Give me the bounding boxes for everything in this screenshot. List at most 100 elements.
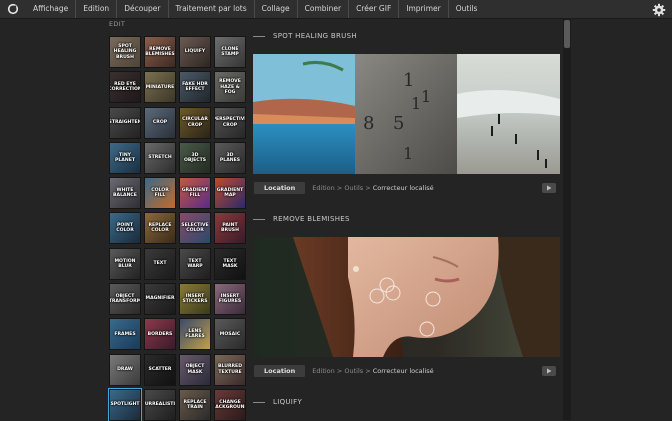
vertical-scrollbar[interactable] — [563, 18, 571, 420]
tool-label: PERSPECTIVE CROP — [214, 117, 246, 128]
tool-label: TEXT WARP — [187, 258, 203, 269]
tool-red-eye-correction[interactable]: RED EYE CORRECTION — [109, 71, 141, 104]
menu-item-imprimer[interactable]: Imprimer — [398, 0, 447, 18]
tool-label: TEXT MASK — [222, 258, 238, 269]
tool-liquify[interactable]: LIQUIFY — [179, 36, 211, 68]
tool-replace-color[interactable]: REPLACE COLOR — [144, 212, 176, 245]
tool-label: BLURRED TEXTURE — [217, 364, 243, 375]
menu-item-edition[interactable]: Edition — [75, 0, 116, 18]
svg-text:1: 1 — [403, 70, 414, 91]
tool-text-mask[interactable]: TEXT MASK — [214, 247, 246, 280]
menu-item-affichage[interactable]: Affichage — [26, 0, 75, 18]
tool-label: OBJECT TRANSFORM — [109, 293, 141, 305]
spot-healing-example-image: 1 1 8 5 1 1 — [253, 54, 560, 174]
tool-remove-blemishes[interactable]: REMOVE BLEMISHES — [144, 36, 176, 68]
tool-label: CROP — [152, 119, 168, 125]
menu-item-traitement-par-lots[interactable]: Traitement par lots — [167, 0, 254, 18]
remove-blemishes-location-button[interactable]: Location — [254, 365, 306, 377]
tool-label: GRADIENT MAP — [216, 187, 244, 199]
svg-text:5: 5 — [393, 113, 404, 134]
tool-label: MAGNIFIER — [145, 296, 175, 302]
tool-straighten[interactable]: STRAIGHTEN — [109, 106, 141, 139]
breadcrumb-current[interactable]: Correcteur localisé — [373, 367, 434, 375]
youtube-play-icon[interactable] — [542, 366, 556, 376]
tool-selective-color[interactable]: SELECTIVE COLOR — [179, 212, 211, 245]
tool-circular-crop[interactable]: CIRCULAR CROP — [179, 106, 211, 139]
tool-mosaic[interactable]: MOSAIC — [214, 318, 246, 351]
tool-text[interactable]: TEXT — [144, 247, 176, 280]
section-header-remove-blemishes: REMOVE BLEMISHES — [253, 212, 350, 226]
tool-fake-hdr-effect[interactable]: FAKE HDR EFFECT — [179, 71, 211, 104]
tool-label: REMOVE HAZE & FOG — [219, 79, 241, 95]
app-logo-icon[interactable] — [6, 2, 20, 16]
menu-item-d-couper[interactable]: Découper — [116, 0, 167, 18]
tool-spot-healing-brush[interactable]: SPOT HEALING BRUSH — [109, 36, 141, 68]
svg-text:8: 8 — [363, 113, 374, 134]
tool-spotlight[interactable]: SPOTLIGHT — [108, 387, 142, 421]
tool-label: FRAMES — [114, 331, 136, 337]
section-title: SPOT HEALING BRUSH — [273, 32, 357, 40]
section-header-spot-healing: SPOT HEALING BRUSH — [253, 29, 357, 43]
tool-gradient-map[interactable]: GRADIENT MAP — [214, 177, 246, 210]
tool-label: STRAIGHTEN — [109, 119, 141, 125]
menu-item-combiner[interactable]: Combiner — [296, 0, 348, 18]
tool-surrealistic[interactable]: SURREALISTIC — [144, 388, 176, 421]
tool-label: INSERT FIGURES — [218, 293, 242, 305]
tool-label: RED EYE CORRECTION — [109, 82, 141, 93]
tool-point-color[interactable]: POINT COLOR — [109, 212, 141, 245]
tool-label: LIQUIFY — [184, 49, 206, 55]
tool-object-transform[interactable]: OBJECT TRANSFORM — [109, 283, 141, 316]
tool-motion-blur[interactable]: MOTION BLUR — [109, 247, 141, 280]
tool-label: CIRCULAR CROP — [182, 117, 208, 128]
tool-borders[interactable]: BORDERS — [144, 318, 176, 351]
spot-healing-location-button[interactable]: Location — [254, 182, 306, 194]
tool-paint-brush[interactable]: PAINT BRUSH — [214, 212, 246, 245]
section-title: LIQUIFY — [273, 398, 303, 406]
tool-tiny-planet[interactable]: TINY PLANET — [109, 141, 141, 174]
tool-white-balance[interactable]: WHITE BALANCE — [109, 177, 141, 210]
tool-insert-figures[interactable]: INSERT FIGURES — [214, 283, 246, 316]
tool-3d-planes[interactable]: 3D PLANES — [214, 141, 246, 174]
settings-gear-icon[interactable] — [652, 2, 666, 17]
tool-label: SURREALISTIC — [144, 402, 176, 408]
breadcrumb-path: Edition > Outils > — [312, 367, 371, 375]
youtube-play-icon[interactable] — [542, 183, 556, 193]
tool-miniature[interactable]: MINIATURE — [144, 71, 176, 104]
tool-text-warp[interactable]: TEXT WARP — [179, 247, 211, 280]
tool-draw[interactable]: DRAW — [109, 353, 141, 386]
menu-item-cr-er-gif[interactable]: Créer GIF — [348, 0, 398, 18]
tool-clone-stamp[interactable]: CLONE STAMP — [214, 36, 246, 68]
tool-label: CHANGE BACKGROUND — [215, 399, 245, 410]
menu-item-outils[interactable]: Outils — [447, 0, 485, 18]
tool-label: MINIATURE — [145, 84, 175, 90]
menu-item-collage[interactable]: Collage — [253, 0, 297, 18]
tool-gradient-fill[interactable]: GRADIENT FILL — [179, 177, 211, 210]
sidebar-title: EDIT — [109, 20, 126, 28]
breadcrumb-current[interactable]: Correcteur localisé — [373, 184, 434, 192]
section-header-liquify: LIQUIFY — [253, 395, 302, 409]
scrollbar-thumb[interactable] — [564, 20, 570, 48]
tool-label: REPLACE TRAIN — [183, 399, 207, 410]
tool-crop[interactable]: CROP — [144, 106, 176, 139]
tool-color-fill[interactable]: COLOR FILL — [144, 177, 176, 210]
tool-magnifier[interactable]: MAGNIFIER — [144, 283, 176, 316]
tool-3d-objects[interactable]: 3D OBJECTS — [179, 141, 211, 174]
tool-label: PAINT BRUSH — [221, 223, 239, 234]
tool-remove-haze-fog[interactable]: REMOVE HAZE & FOG — [214, 71, 246, 104]
tool-stretch[interactable]: STRETCH — [144, 141, 176, 174]
tool-replace-train[interactable]: REPLACE TRAIN — [179, 388, 211, 421]
tool-label: MOSAIC — [219, 331, 241, 337]
tool-label: MOTION BLUR — [114, 258, 136, 269]
breadcrumb-path: Edition > Outils > — [312, 184, 371, 192]
tool-frames[interactable]: FRAMES — [109, 318, 141, 351]
tool-blurred-texture[interactable]: BLURRED TEXTURE — [214, 353, 246, 386]
tool-scatter[interactable]: SCATTER — [144, 353, 176, 386]
tool-label: COLOR FILL — [151, 187, 169, 199]
tool-change-background[interactable]: CHANGE BACKGROUND — [214, 388, 246, 421]
svg-text:1: 1 — [403, 144, 413, 163]
tool-object-mask[interactable]: OBJECT MASK — [179, 353, 211, 386]
remove-blemishes-location-bar: Location Edition > Outils > Correcteur l… — [253, 364, 560, 378]
tool-perspective-crop[interactable]: PERSPECTIVE CROP — [214, 106, 246, 139]
tool-lens-flares[interactable]: LENS FLARES — [179, 318, 211, 351]
tool-insert-stickers[interactable]: INSERT STICKERS — [179, 283, 211, 316]
